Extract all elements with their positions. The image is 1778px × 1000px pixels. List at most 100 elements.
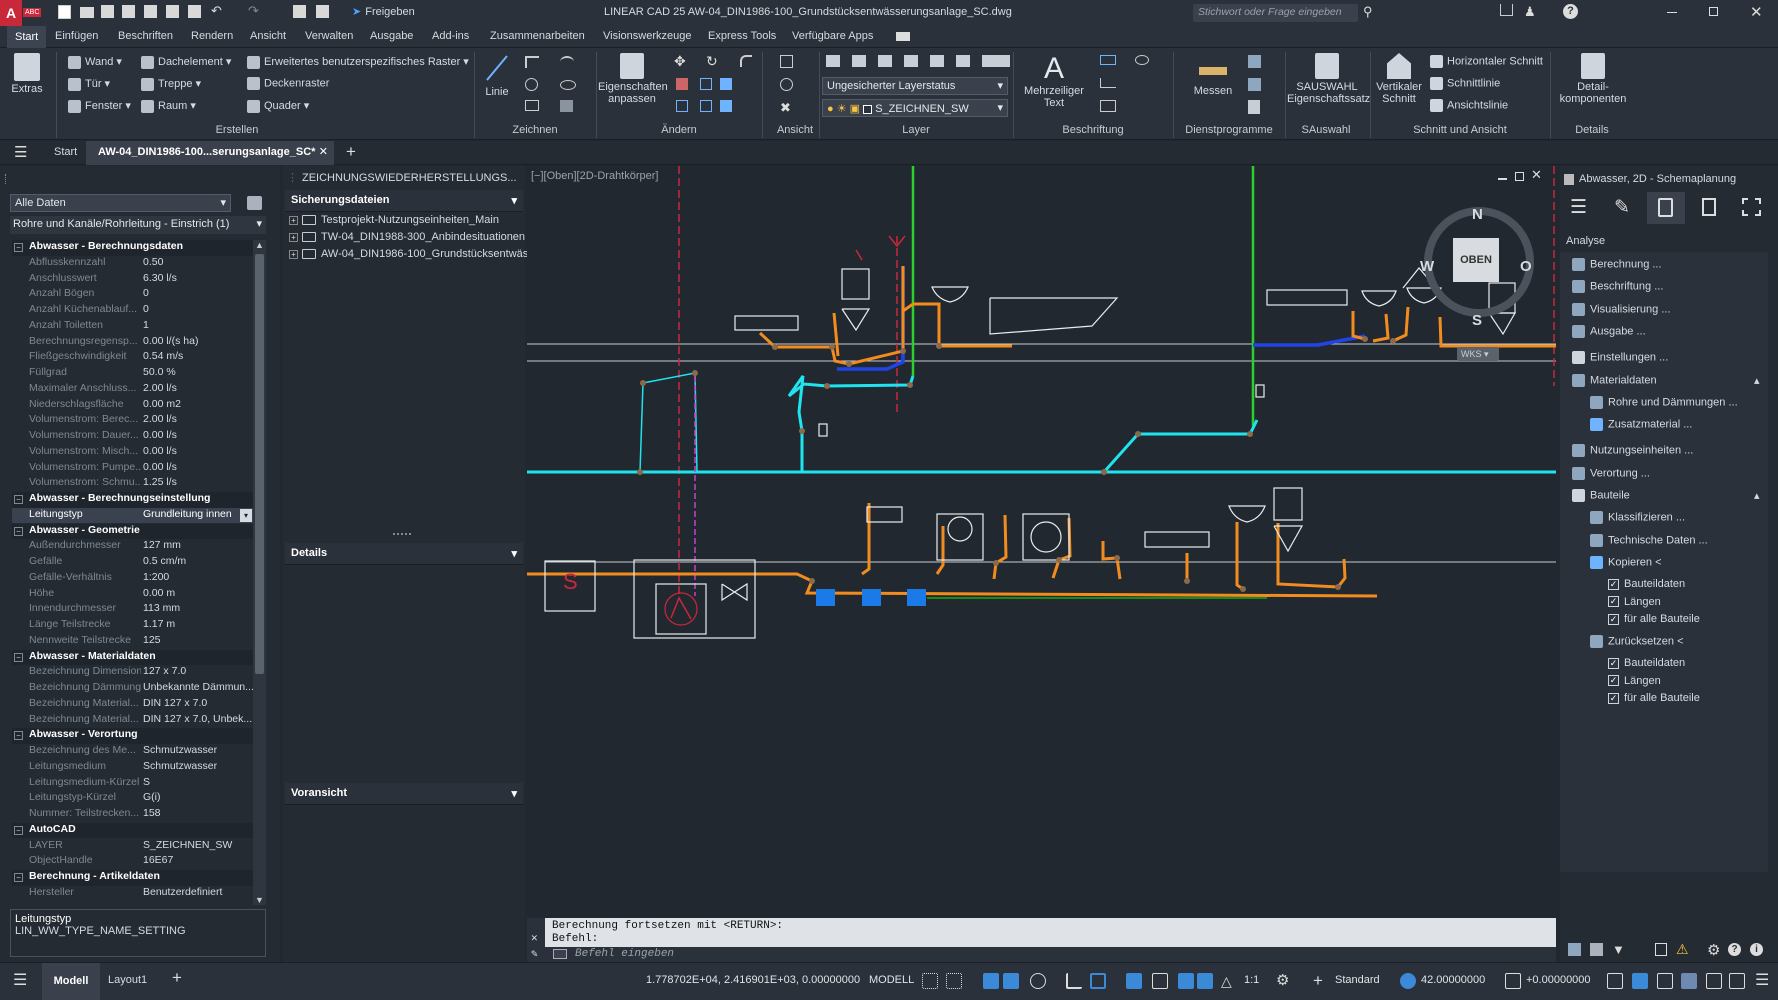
backup-files-header[interactable]: Sicherungsdateien ▾ (285, 190, 523, 212)
layer-icon-3[interactable] (878, 55, 892, 67)
analysis-item[interactable]: Nutzungseinheiten ... (1572, 444, 1693, 458)
analysis-checkbox-item[interactable]: ✓ Längen (1608, 596, 1661, 608)
property-scrollbar[interactable]: ▲ ▼ (253, 240, 266, 905)
new-tab-icon[interactable]: + (346, 142, 356, 162)
analysis-checkbox-item[interactable]: ✓ Bauteildaten (1608, 657, 1685, 669)
stairs-button[interactable]: Treppe ▾ (141, 77, 201, 91)
add-layout-icon[interactable]: + (172, 968, 182, 988)
scale-icon[interactable] (676, 100, 688, 112)
analysis-item[interactable]: Bauteile ▴ (1572, 489, 1760, 502)
compass-o[interactable]: O (1520, 258, 1532, 275)
analysis-item[interactable]: Rohre und Dämmungen ... (1590, 395, 1738, 409)
property-row[interactable]: Niederschlagsfläche 0.00 m2 (12, 398, 253, 414)
menu-6[interactable]: Ausgabe (367, 30, 416, 42)
status-icon-4[interactable] (1681, 973, 1697, 989)
wall-button[interactable]: Wand ▾ (68, 55, 122, 69)
property-category[interactable]: − AutoCAD (12, 822, 253, 839)
property-row[interactable]: Bezeichnung Dimension 127 x 7.0 (12, 665, 253, 681)
leader-icon[interactable] (1100, 78, 1116, 88)
cart-icon[interactable] (1500, 4, 1513, 16)
property-row[interactable]: Volumenstrom: Dauer... 0.00 l/s (12, 429, 253, 445)
property-category[interactable]: − Abwasser - Verortung (12, 728, 253, 744)
ceiling-grid-button[interactable]: Deckenraster (247, 77, 329, 90)
property-category[interactable]: − Abwasser - Geometrie (12, 523, 253, 540)
lineweight-icon[interactable] (1126, 973, 1142, 989)
object-type-dropdown[interactable]: Rohre und Kanäle/Rohrleitung - Einstrich… (10, 216, 266, 234)
command-input[interactable]: Befehl eingeben (545, 947, 1556, 962)
osnap-icon[interactable] (1030, 973, 1046, 989)
offset-readout[interactable]: +0.00000000 (1526, 974, 1591, 986)
stack-icon[interactable] (1590, 943, 1603, 956)
palette-grip[interactable] (5, 174, 8, 184)
grid-button[interactable]: Erweitertes benutzerspezifisches Raster … (247, 55, 469, 69)
redo-icon[interactable]: ↷ (248, 3, 259, 19)
compass-s[interactable]: S (1472, 312, 1482, 329)
chevron-down-icon[interactable]: ▾ (240, 508, 252, 522)
menu-10[interactable]: Express Tools (705, 30, 779, 42)
model-space-toggle[interactable]: MODELL (869, 974, 914, 986)
ellipse-icon[interactable] (560, 80, 576, 90)
menu-8[interactable]: Zusammenarbeiten (487, 30, 588, 42)
help-small-icon[interactable]: ? (1728, 943, 1741, 956)
offset-icon[interactable] (1505, 973, 1521, 989)
command-settings-icon[interactable]: ✎ (531, 947, 538, 961)
transparency-icon[interactable] (1152, 973, 1168, 989)
mtext-button[interactable]: A Mehrzeiliger Text (1022, 53, 1086, 110)
selection-cycling-icon[interactable] (1178, 973, 1194, 989)
room-button[interactable]: Raum ▾ (141, 99, 196, 113)
settings-gear-icon[interactable]: ⚙ (1707, 941, 1720, 959)
property-row[interactable]: Hersteller Benutzerdefiniert (12, 886, 253, 902)
scroll-down-icon[interactable]: ▼ (255, 895, 264, 905)
app-logo[interactable]: A (0, 0, 22, 26)
expand-icon[interactable]: + (289, 215, 298, 225)
user-icon[interactable]: ♟ (1524, 4, 1536, 20)
window-button[interactable]: Fenster ▾ (68, 99, 131, 113)
property-row[interactable]: ObjectHandle 16E67 (12, 854, 253, 870)
view-icon-1[interactable] (780, 55, 793, 68)
details-header[interactable]: Details ▾ (285, 543, 523, 565)
snap-toggle-icon[interactable] (946, 973, 962, 989)
edit-icon[interactable]: ✎ (1614, 196, 1630, 219)
door-button[interactable]: Tür ▾ (68, 77, 110, 91)
ortho-toggle-icon[interactable] (983, 973, 999, 989)
offset-icon[interactable] (720, 100, 732, 112)
warning-icon[interactable]: ⚠ (1676, 941, 1689, 958)
menu-icon[interactable]: ☰ (1570, 196, 1587, 219)
layer-icon-6[interactable] (956, 55, 970, 67)
checkbox-checked-icon[interactable]: ✓ (1608, 578, 1619, 590)
property-row[interactable]: Leitungstyp-Kürzel G(i) (12, 791, 253, 807)
measure-button[interactable]: Messen (1190, 53, 1236, 97)
auto-scale-icon[interactable]: △ (1221, 973, 1237, 989)
status-menu-icon[interactable]: ☰ (13, 970, 27, 990)
property-category[interactable]: − Abwasser - Materialdaten (12, 649, 253, 666)
layer-icon-5[interactable] (930, 55, 944, 67)
menu-3[interactable]: Rendern (188, 30, 236, 42)
property-row[interactable]: Gefälle-Verhältnis 1:200 (12, 571, 253, 587)
analysis-item[interactable]: Technische Daten ... (1590, 533, 1708, 547)
compass-w[interactable]: W (1420, 258, 1434, 275)
help-icon[interactable]: ? (1563, 4, 1578, 19)
analysis-item[interactable]: Klassifizieren ... (1590, 511, 1685, 525)
checkbox-checked-icon[interactable]: ✓ (1608, 613, 1619, 625)
collapse-icon[interactable]: − (14, 825, 23, 835)
analysis-item[interactable]: Einstellungen ... (1572, 351, 1668, 365)
sauswahl-button[interactable]: SAUSWAHL Eigenschaftssatz (1287, 53, 1370, 105)
collapse-arrow-icon[interactable]: ▴ (1754, 374, 1760, 387)
status-icon-1[interactable] (1607, 973, 1623, 989)
tab-model[interactable]: Modell (42, 963, 100, 1000)
expand-icon[interactable]: + (289, 249, 298, 259)
property-row[interactable]: Anzahl Küchenablauf... 0 (12, 303, 253, 319)
analysis-item[interactable]: Materialdaten ▴ (1572, 373, 1760, 387)
property-row[interactable]: Abflusskennzahl 0.50 (12, 256, 253, 272)
horizontal-section-button[interactable]: Horizontaler Schnitt (1430, 55, 1543, 68)
calculator-icon[interactable] (1248, 100, 1260, 114)
checkbox-checked-icon[interactable]: ✓ (1608, 657, 1619, 669)
property-row[interactable]: Volumenstrom: Misch... 0.00 l/s (12, 445, 253, 461)
arc-icon[interactable] (560, 56, 574, 68)
fillet-icon[interactable] (740, 55, 752, 67)
property-row[interactable]: Leitungsmedium-Kürzel S (12, 776, 253, 792)
section-line-button[interactable]: Schnittlinie (1430, 77, 1500, 90)
preview-header[interactable]: Voransicht ▾ (285, 783, 523, 805)
property-row[interactable]: Bezeichnung Material... DIN 127 x 7.0, Un… (12, 713, 253, 729)
coordinates-readout[interactable]: 1.778702E+04, 2.416901E+03, 0.00000000 (646, 974, 860, 986)
